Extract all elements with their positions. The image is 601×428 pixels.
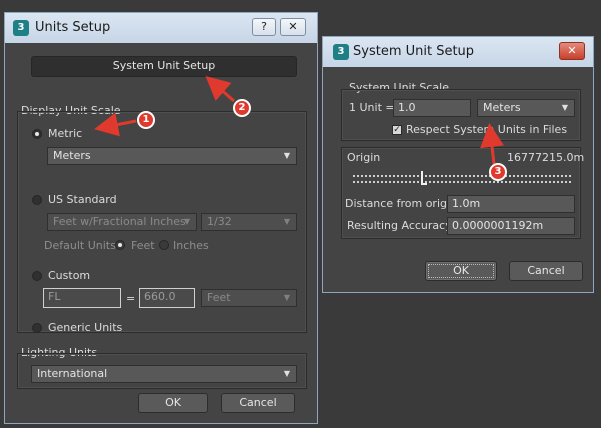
fraction-dropdown[interactable]: 1/32 ▼: [201, 213, 297, 231]
annotation-marker-3: 3: [489, 163, 507, 181]
feet-label[interactable]: Feet: [131, 239, 155, 252]
cancel-button[interactable]: Cancel: [509, 261, 583, 281]
us-standard-dropdown[interactable]: Feet w/Fractional Inches ▼: [47, 213, 197, 231]
fraction-value: 1/32: [207, 215, 232, 228]
chevron-down-icon: ▼: [183, 217, 190, 226]
system-unit-dropdown[interactable]: Meters ▼: [477, 99, 575, 117]
one-unit-label: 1 Unit =: [349, 101, 395, 114]
respect-units-checkbox[interactable]: ✓: [392, 125, 402, 135]
chevron-down-icon: ▼: [561, 103, 568, 112]
custom-unit-dropdown[interactable]: Feet ▼: [201, 289, 297, 307]
custom-radio[interactable]: [32, 271, 42, 281]
cancel-button[interactable]: Cancel: [221, 393, 295, 413]
units-setup-titlebar[interactable]: 3 Units Setup ? ✕: [5, 13, 317, 43]
chevron-down-icon: ▼: [283, 217, 290, 226]
unit-amount-field[interactable]: 1.0: [393, 99, 471, 117]
ok-button[interactable]: OK: [138, 393, 208, 413]
ok-button[interactable]: OK: [425, 261, 497, 281]
chevron-down-icon: ▼: [283, 293, 290, 302]
app-logo-icon: 3: [13, 20, 29, 36]
metric-label[interactable]: Metric: [48, 127, 82, 140]
respect-units-label[interactable]: Respect System Units in Files: [406, 123, 567, 136]
origin-slider-track[interactable]: [353, 175, 571, 183]
origin-label: Origin: [347, 151, 381, 164]
distance-field[interactable]: 1.0m: [447, 195, 575, 213]
units-setup-title: Units Setup: [35, 20, 111, 35]
custom-label[interactable]: Custom: [48, 269, 90, 282]
origin-value: 16777215.0m: [507, 151, 585, 164]
distance-label: Distance from origin:: [345, 197, 461, 210]
chevron-down-icon: ▼: [283, 151, 290, 160]
generic-units-label[interactable]: Generic Units: [48, 321, 122, 334]
units-setup-dialog: 3 Units Setup ? ✕ System Unit Setup Disp…: [4, 12, 318, 424]
app-logo-icon: 3: [333, 44, 349, 60]
generic-units-radio[interactable]: [32, 323, 42, 333]
custom-name-field[interactable]: FL: [43, 288, 121, 308]
feet-radio[interactable]: [115, 240, 125, 250]
units-setup-client: System Unit Setup Display Unit Scale Met…: [5, 43, 317, 423]
origin-slider-thumb[interactable]: [421, 171, 427, 185]
us-standard-label[interactable]: US Standard: [48, 193, 117, 206]
annotation-marker-2: 2: [233, 99, 251, 117]
accuracy-label: Resulting Accuracy:: [347, 219, 455, 232]
system-unit-setup-title: System Unit Setup: [353, 44, 475, 59]
system-unit-setup-client: System Unit Scale 1 Unit = 1.0 Meters ▼ …: [323, 67, 593, 292]
close-button[interactable]: ✕: [559, 42, 585, 60]
lighting-units-value: International: [37, 367, 108, 380]
us-standard-value: Feet w/Fractional Inches: [53, 215, 186, 228]
us-standard-radio[interactable]: [32, 195, 42, 205]
lighting-units-dropdown[interactable]: International ▼: [31, 365, 297, 383]
system-unit-setup-button[interactable]: System Unit Setup: [31, 56, 297, 77]
metric-units-dropdown[interactable]: Meters ▼: [47, 147, 297, 165]
system-unit-setup-titlebar[interactable]: 3 System Unit Setup ✕: [323, 37, 593, 67]
metric-units-value: Meters: [53, 149, 91, 162]
system-unit-setup-dialog: 3 System Unit Setup ✕ System Unit Scale …: [322, 36, 594, 293]
close-button[interactable]: ✕: [280, 18, 306, 36]
inches-label[interactable]: Inches: [173, 239, 209, 252]
inches-radio[interactable]: [159, 240, 169, 250]
metric-radio[interactable]: [32, 129, 42, 139]
system-unit-value: Meters: [483, 101, 521, 114]
annotation-marker-1: 1: [137, 111, 155, 129]
default-units-label: Default Units:: [44, 239, 120, 252]
custom-unit-value: Feet: [207, 291, 231, 304]
help-button[interactable]: ?: [252, 18, 276, 36]
chevron-down-icon: ▼: [283, 369, 290, 378]
custom-equals-label: =: [126, 292, 136, 305]
custom-amount-field[interactable]: 660.0: [139, 288, 195, 308]
accuracy-field[interactable]: 0.0000001192m: [447, 217, 575, 235]
